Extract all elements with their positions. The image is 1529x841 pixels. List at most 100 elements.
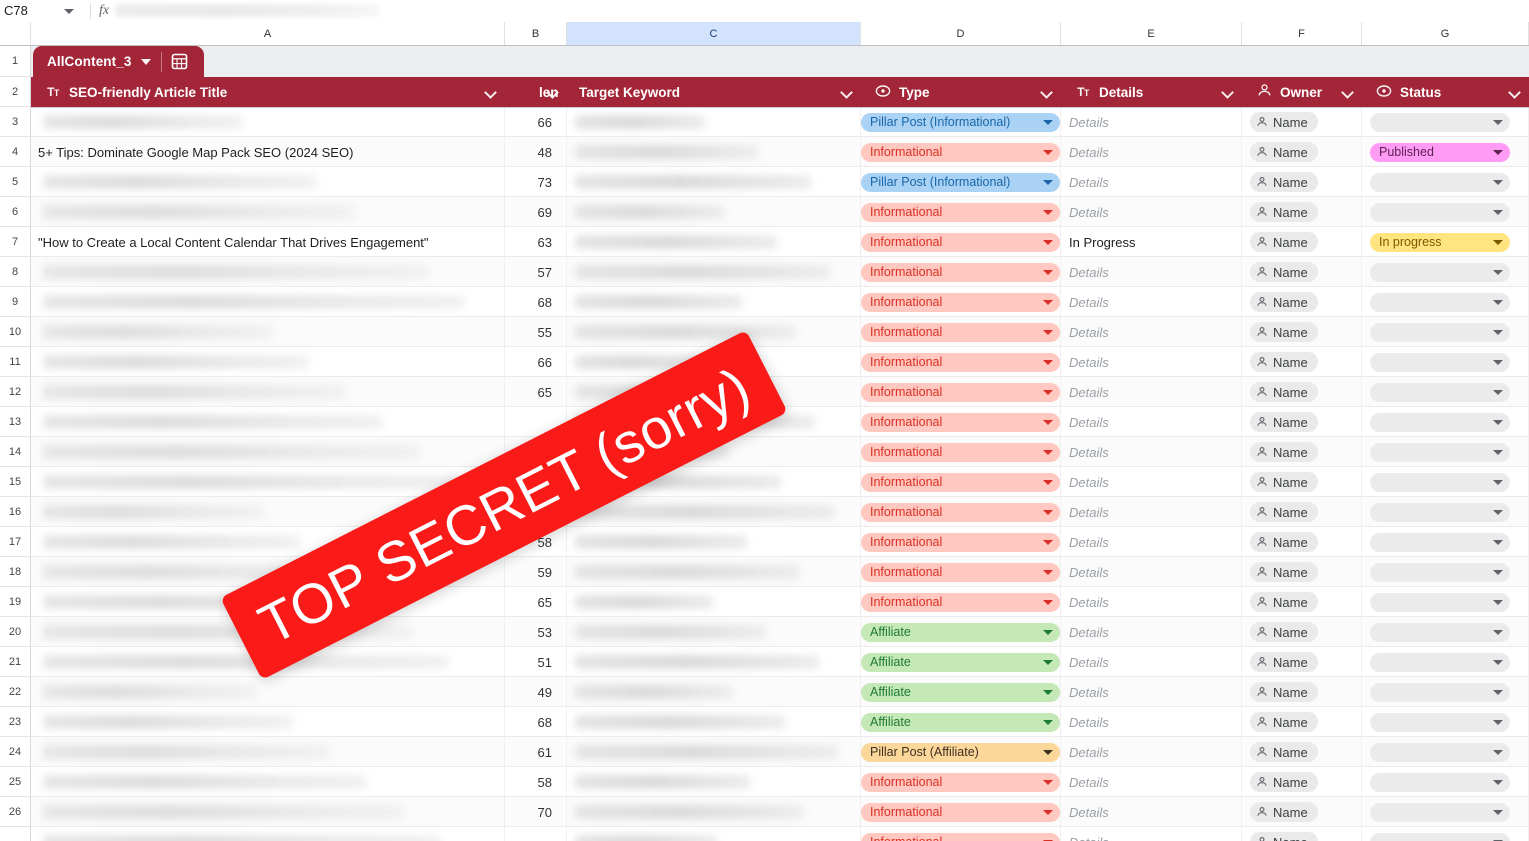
cell-details[interactable]: Details <box>1061 677 1242 707</box>
type-chip[interactable]: Informational <box>861 352 1060 372</box>
chevron-down-icon[interactable] <box>1493 629 1503 635</box>
cell-article-title[interactable] <box>31 647 505 677</box>
cell-status[interactable] <box>1362 407 1529 437</box>
cell-details[interactable]: In Progress <box>1061 227 1242 257</box>
chevron-down-icon[interactable] <box>1043 119 1053 125</box>
chevron-down-icon[interactable] <box>1043 599 1053 605</box>
cell-len[interactable]: 73 <box>505 167 567 197</box>
type-chip[interactable]: Affiliate <box>861 622 1060 642</box>
owner-chip[interactable]: Name <box>1250 832 1318 841</box>
cell-type[interactable]: Informational <box>861 407 1061 437</box>
cell-owner[interactable]: Name <box>1242 347 1362 377</box>
cell-details[interactable]: Details <box>1061 827 1242 841</box>
cell-target-keyword[interactable] <box>567 737 861 767</box>
cell-status[interactable] <box>1362 437 1529 467</box>
table-row[interactable]: 55 Informational Details Name <box>31 317 1529 347</box>
column-header-d[interactable]: D <box>861 22 1061 45</box>
cell-status[interactable] <box>1362 587 1529 617</box>
cell-target-keyword[interactable] <box>567 107 861 137</box>
cell-details[interactable]: Details <box>1061 617 1242 647</box>
table-row[interactable]: 49 Affiliate Details Name <box>31 677 1529 707</box>
cell-article-title[interactable] <box>31 287 505 317</box>
table-header-owner[interactable]: Owner <box>1242 77 1362 107</box>
owner-chip[interactable]: Name <box>1250 262 1318 282</box>
status-chip[interactable] <box>1370 112 1510 132</box>
chevron-down-icon[interactable] <box>1043 449 1053 455</box>
status-chip[interactable] <box>1370 652 1510 672</box>
cell-owner[interactable]: Name <box>1242 797 1362 827</box>
column-header-f[interactable]: F <box>1242 22 1362 45</box>
status-chip[interactable]: Published <box>1370 142 1510 162</box>
chevron-down-icon[interactable] <box>1493 209 1503 215</box>
cell-target-keyword[interactable] <box>567 647 861 677</box>
cell-type[interactable]: Informational <box>861 527 1061 557</box>
column-header-b[interactable]: B <box>505 22 567 45</box>
cell-status[interactable] <box>1362 827 1529 841</box>
cell-target-keyword[interactable] <box>567 527 861 557</box>
chevron-down-icon[interactable] <box>1493 659 1503 665</box>
cell-article-title[interactable] <box>31 497 505 527</box>
sheet-tab-allcontent3[interactable]: AllContent_3 <box>33 46 205 77</box>
chevron-down-icon[interactable] <box>1493 389 1503 395</box>
chevron-down-icon[interactable] <box>1043 329 1053 335</box>
status-chip[interactable] <box>1370 772 1510 792</box>
row-number[interactable]: 19 <box>0 587 30 617</box>
cell-status[interactable] <box>1362 317 1529 347</box>
name-box[interactable]: C78 <box>0 0 88 22</box>
cell-status[interactable] <box>1362 617 1529 647</box>
owner-chip[interactable]: Name <box>1250 112 1318 132</box>
cell-type[interactable]: Informational <box>861 587 1061 617</box>
cell-owner[interactable]: Name <box>1242 407 1362 437</box>
cell-owner[interactable]: Name <box>1242 617 1362 647</box>
cell-status[interactable] <box>1362 527 1529 557</box>
cell-status[interactable] <box>1362 677 1529 707</box>
chevron-down-icon[interactable] <box>1043 239 1053 245</box>
cell-target-keyword[interactable] <box>567 137 861 167</box>
cell-details[interactable]: Details <box>1061 587 1242 617</box>
status-chip[interactable] <box>1370 622 1510 642</box>
row-number[interactable]: 21 <box>0 647 30 677</box>
status-chip[interactable] <box>1370 202 1510 222</box>
row-number[interactable]: 18 <box>0 557 30 587</box>
cell-article-title[interactable] <box>31 707 505 737</box>
table-header-type[interactable]: Type <box>861 77 1061 107</box>
type-chip[interactable]: Informational <box>861 382 1060 402</box>
table-row[interactable]: 59 Informational Details Name <box>31 557 1529 587</box>
type-chip[interactable]: Affiliate <box>861 682 1060 702</box>
cell-status[interactable] <box>1362 347 1529 377</box>
cell-len[interactable]: 58 <box>505 527 567 557</box>
row-number[interactable]: 25 <box>0 767 30 797</box>
cell-details[interactable]: Details <box>1061 317 1242 347</box>
cell-type[interactable]: Affiliate <box>861 707 1061 737</box>
formula-input[interactable] <box>115 4 379 17</box>
cell-details[interactable]: Details <box>1061 707 1242 737</box>
owner-chip[interactable]: Name <box>1250 352 1318 372</box>
chevron-down-icon[interactable] <box>1043 479 1053 485</box>
table-header-details[interactable]: TT Details <box>1061 77 1242 107</box>
chevron-down-icon[interactable] <box>1493 419 1503 425</box>
owner-chip[interactable]: Name <box>1250 472 1318 492</box>
cell-len[interactable]: 65 <box>505 587 567 617</box>
cell-target-keyword[interactable] <box>567 167 861 197</box>
chevron-down-icon[interactable] <box>64 8 74 14</box>
cell-article-title[interactable] <box>31 107 505 137</box>
cell-article-title[interactable]: "How to Create a Local Content Calendar … <box>31 227 505 257</box>
type-chip[interactable]: Informational <box>861 592 1060 612</box>
cell-details[interactable]: Details <box>1061 347 1242 377</box>
cell-type[interactable]: Informational <box>861 377 1061 407</box>
cell-type[interactable]: Informational <box>861 797 1061 827</box>
cell-article-title[interactable] <box>31 197 505 227</box>
cell-details[interactable]: Details <box>1061 767 1242 797</box>
cell-article-title[interactable] <box>31 437 505 467</box>
status-chip[interactable] <box>1370 712 1510 732</box>
owner-chip[interactable]: Name <box>1250 712 1318 732</box>
status-chip[interactable] <box>1370 802 1510 822</box>
cell-status[interactable] <box>1362 557 1529 587</box>
table-header-len[interactable]: len <box>505 77 567 107</box>
cell-len[interactable]: 68 <box>505 707 567 737</box>
table-row[interactable]: 65 Informational Details Name <box>31 587 1529 617</box>
cell-article-title[interactable] <box>31 797 505 827</box>
cell-type[interactable]: Informational <box>861 227 1061 257</box>
chevron-down-icon[interactable] <box>1040 86 1053 99</box>
cell-owner[interactable]: Name <box>1242 707 1362 737</box>
